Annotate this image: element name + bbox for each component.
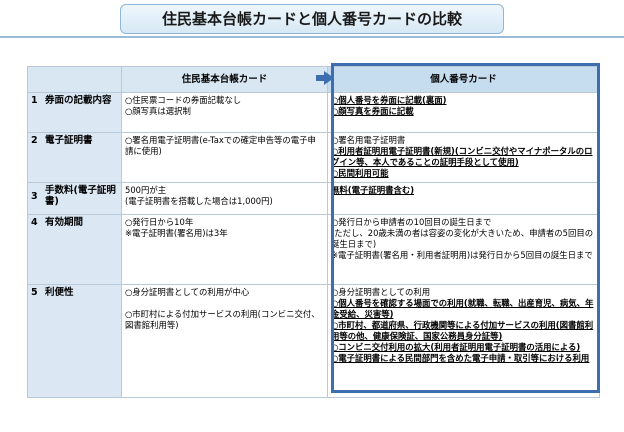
table-row: 3 手数料(電子証明書) 500円が主 (電子証明書を搭載した場合は1,000円)… (27, 182, 600, 215)
mynumber-cell: ○発行日から申請者の10回目の誕生日まで (ただし、20歳未満の者は容姿の変化が… (327, 214, 600, 285)
table-row: 5 利便性 ○身分証明書としての利用が中心 ○市町村による付加サービスの利用(コン… (27, 284, 600, 398)
row-label: 券面の記載内容 (45, 95, 112, 106)
table-row: 2 電子証明書 ○署名用電子証明書(e-Taxでの確定申告等の電子申請に使用) ○… (27, 132, 600, 183)
row-header: 5 利便性 (27, 284, 122, 398)
comparison-table: 住民基本台帳カード 個人番号カード 1 券面の記載内容 ○住民票コードの券面記載な… (27, 66, 600, 398)
juki-cell: ○署名用電子証明書(e-Taxでの確定申告等の電子申請に使用) (121, 132, 328, 183)
page-title: 住民基本台帳カードと個人番号カードの比較 (161, 10, 462, 28)
juki-cell: ○発行日から10年 ※電子証明書(署名用)は3年 (121, 214, 328, 285)
mynumber-cell: 無料(電子証明書含む) (327, 182, 600, 215)
header-juki-card: 住民基本台帳カード (121, 66, 328, 93)
juki-cell: ○住民票コードの券面記載なし ○顔写真は選択制 (121, 92, 328, 133)
header-my-number-card: 個人番号カード (327, 66, 600, 93)
juki-cell: 500円が主 (電子証明書を搭載した場合は1,000円) (121, 182, 328, 215)
header-row: 住民基本台帳カード 個人番号カード (27, 66, 600, 93)
row-label: 有効期間 (45, 217, 84, 228)
row-label: 手数料(電子証明書) (45, 185, 116, 207)
header-corner (27, 66, 122, 93)
row-label: 利便性 (45, 287, 74, 298)
juki-cell: ○身分証明書としての利用が中心 ○市町村による付加サービスの利用(コンビニ交付、… (121, 284, 328, 398)
row-header: 2 電子証明書 (27, 132, 122, 183)
row-header: 1 券面の記載内容 (27, 92, 122, 133)
mynumber-cell: ○署名用電子証明書 ○利用者証明用電子証明書(新規)(コンビニ交付やマイナポータ… (327, 132, 600, 183)
title-banner: 住民基本台帳カードと個人番号カードの比較 (120, 4, 504, 34)
table-row: 1 券面の記載内容 ○住民票コードの券面記載なし ○顔写真は選択制 ○個人番号を券… (27, 92, 600, 133)
row-header: 4 有効期間 (27, 214, 122, 285)
row-header: 3 手数料(電子証明書) (27, 182, 122, 215)
title-divider (0, 36, 624, 38)
row-label: 電子証明書 (45, 135, 93, 146)
table-row: 4 有効期間 ○発行日から10年 ※電子証明書(署名用)は3年 ○発行日から申請者… (27, 214, 600, 285)
arrow-right-icon (324, 71, 334, 85)
mynumber-cell: ○個人番号を券面に記載(裏面) ○顔写真を券面に記載 (327, 92, 600, 133)
mynumber-cell: ○身分証明書としての利用 ○個人番号を確認する場面での利用(就職、転職、出産育児… (327, 284, 600, 398)
